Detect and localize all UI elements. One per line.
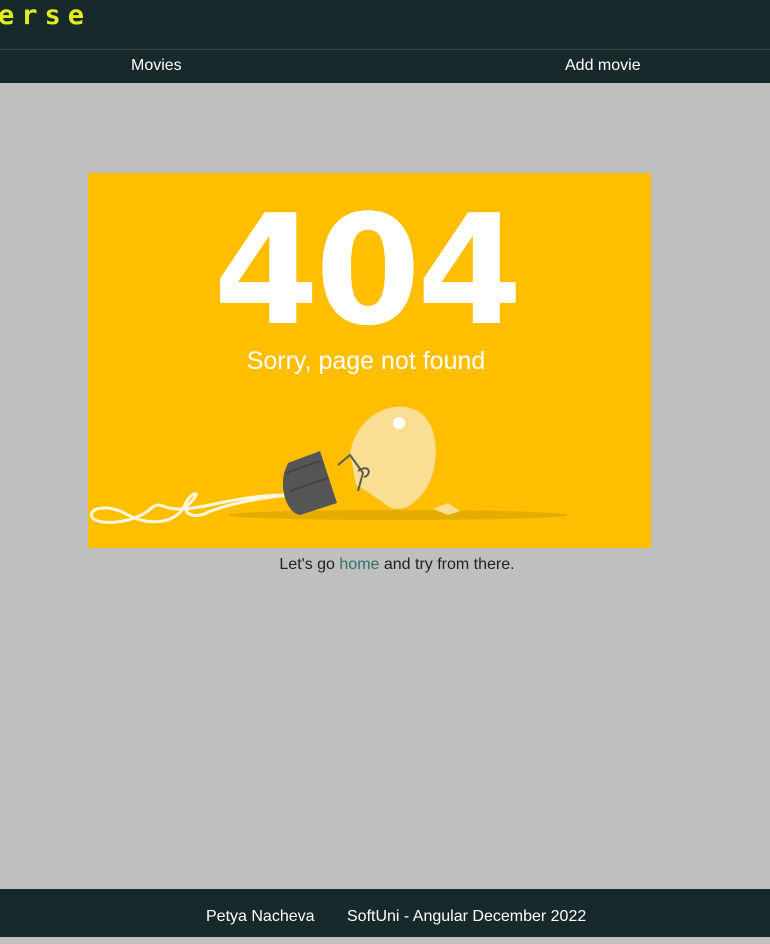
footer-course: SoftUni - Angular December 2022 xyxy=(347,908,587,925)
not-found-illustration: 404 Sorry, page not found xyxy=(88,173,651,548)
nav-link-add-movie[interactable]: Add movie xyxy=(565,50,641,83)
not-found-hint: Let's go home and try from there. xyxy=(0,555,770,575)
hint-prefix: Let's go xyxy=(279,556,340,573)
hint-suffix: and try from there. xyxy=(379,556,515,573)
home-link[interactable]: home xyxy=(339,556,379,573)
site-logo[interactable]: erse xyxy=(0,0,91,32)
site-footer: Petya Nacheva SoftUni - Angular December… xyxy=(0,889,770,937)
footer-author: Petya Nacheva xyxy=(206,908,315,925)
main-nav: Movies Add movie xyxy=(0,50,770,83)
site-header: erse xyxy=(0,0,770,50)
nav-link-movies[interactable]: Movies xyxy=(131,50,182,83)
broken-lightbulb-icon xyxy=(90,406,568,524)
